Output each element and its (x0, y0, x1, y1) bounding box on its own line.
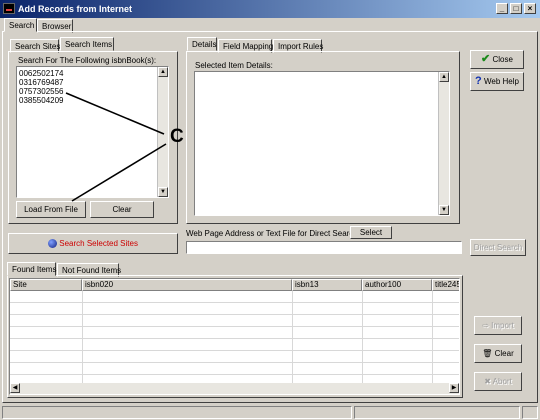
status-cell-secondary (354, 406, 520, 419)
callout-line-top (65, 92, 165, 135)
callout-line-bottom (71, 143, 167, 202)
tab-details[interactable]: Details (187, 37, 217, 51)
import-button[interactable]: ⇨ Import (474, 316, 522, 335)
details-scrollbar[interactable]: ▲ ▼ (438, 72, 449, 215)
details-textarea[interactable]: ▲ ▼ (194, 71, 450, 216)
column-header-author100[interactable]: author100 (362, 279, 432, 291)
scroll-left-icon[interactable]: ◀ (10, 383, 20, 393)
grid-lines (10, 291, 459, 385)
column-header-isbn020[interactable]: isbn020 (82, 279, 292, 291)
status-cell-main (2, 406, 352, 419)
tab-search-items[interactable]: Search Items (60, 37, 114, 51)
scroll-up-icon[interactable]: ▲ (439, 72, 449, 82)
callout-label: C (170, 126, 184, 147)
abort-button[interactable]: ✖ Abort (474, 372, 522, 391)
direct-search-button[interactable]: Direct Search (470, 239, 526, 256)
details-label: Selected Item Details: (195, 61, 273, 70)
direct-search-label: Web Page Address or Text File for Direct… (186, 229, 361, 238)
status-bar (0, 404, 540, 420)
direct-search-input[interactable] (186, 241, 462, 254)
checkmark-icon: ✔ (481, 53, 491, 65)
globe-icon (48, 239, 58, 249)
close-button[interactable]: ✔ Close (470, 50, 524, 69)
column-header-isbn13[interactable]: isbn13 (292, 279, 362, 291)
search-selected-sites-button[interactable]: Search Selected Sites (8, 233, 178, 254)
column-header-title245[interactable]: title245 (432, 279, 459, 291)
import-icon: ⇨ (482, 321, 489, 330)
help-icon: ? (475, 75, 482, 87)
trash-icon: 🗑 (482, 349, 493, 358)
clear-results-button[interactable]: 🗑 Clear (474, 344, 522, 363)
resize-grip-icon[interactable] (522, 406, 538, 419)
tab-found-items[interactable]: Found Items (7, 262, 56, 276)
column-header-site[interactable]: Site (10, 279, 82, 291)
scroll-down-icon[interactable]: ▼ (439, 205, 449, 215)
web-help-button[interactable]: ? Web Help (470, 72, 524, 91)
scroll-right-icon[interactable]: ▶ (449, 383, 459, 393)
found-items-grid[interactable]: Site isbn020 isbn13 author100 title245 ◀… (9, 278, 460, 395)
select-button[interactable]: Select (350, 226, 392, 239)
abort-icon: ✖ (484, 377, 491, 386)
tab-search[interactable]: Search (4, 18, 37, 32)
grid-horizontal-scrollbar[interactable]: ◀ ▶ (10, 383, 459, 394)
